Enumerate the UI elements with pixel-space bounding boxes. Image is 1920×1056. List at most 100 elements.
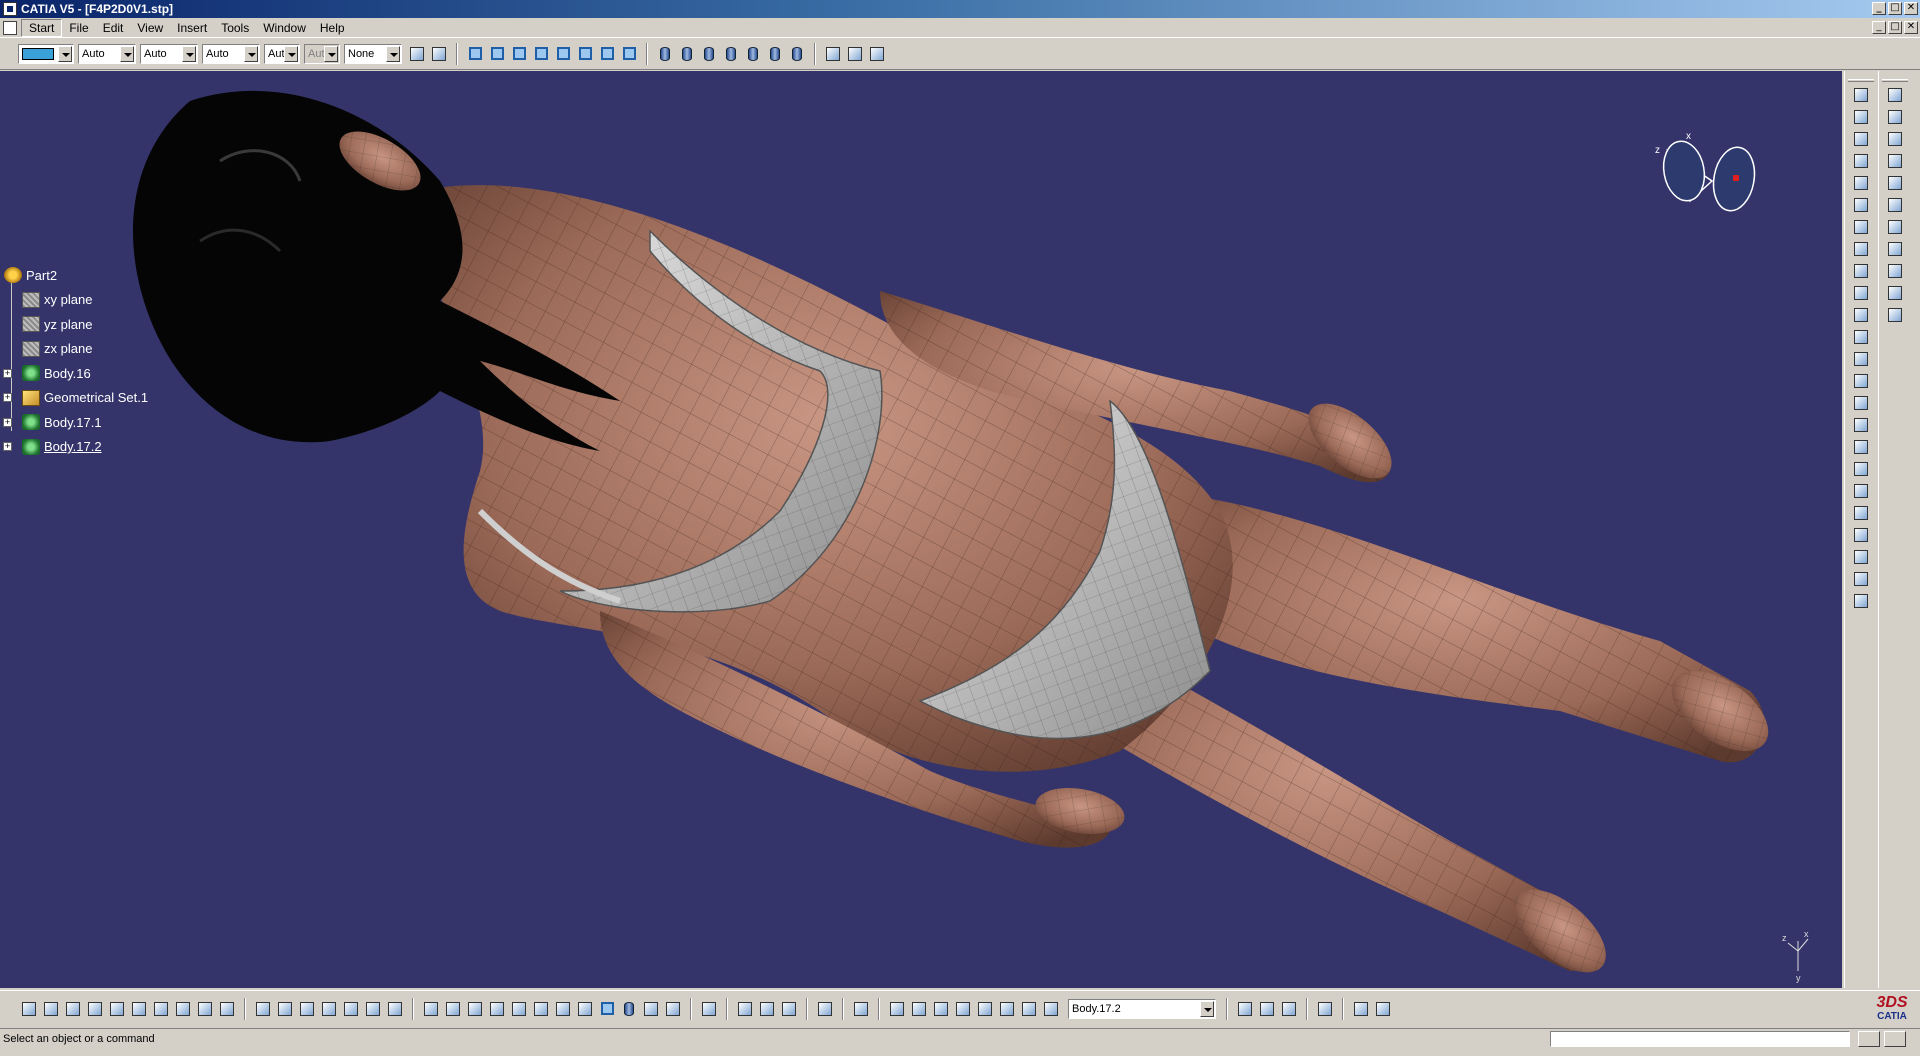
affinity-icon[interactable]: [998, 1000, 1016, 1018]
curvature-icon[interactable]: [1280, 1000, 1298, 1018]
zoom-in-icon[interactable]: [510, 1000, 528, 1018]
3d-model-render[interactable]: z x x z y: [0, 71, 1842, 988]
tree-node-xy-plane[interactable]: xy plane: [4, 288, 148, 313]
stiffener-icon[interactable]: [1851, 306, 1871, 324]
remove-loft-icon[interactable]: [1851, 350, 1871, 368]
dimension-display-icon[interactable]: [1374, 1000, 1392, 1018]
hole-icon[interactable]: [1851, 240, 1871, 258]
doc-close-button[interactable]: ✕: [1904, 21, 1918, 34]
document-icon[interactable]: [3, 20, 17, 35]
update-icon[interactable]: [700, 1000, 718, 1018]
analysis-icon[interactable]: [1236, 1000, 1254, 1018]
loft-icon[interactable]: [1851, 328, 1871, 346]
axis-system-icon[interactable]: [736, 1000, 754, 1018]
axis-to-axis-icon[interactable]: [1020, 1000, 1038, 1018]
translation-icon[interactable]: [932, 1000, 950, 1018]
current-body-select[interactable]: Body.17.2: [1068, 998, 1216, 1019]
tree-label-body-16[interactable]: Body.16: [44, 366, 91, 381]
menu-help[interactable]: Help: [313, 20, 352, 36]
copy-icon[interactable]: [130, 1000, 148, 1018]
constraint-icon[interactable]: [1885, 86, 1905, 104]
shading-hidden-edges-icon[interactable]: [722, 45, 740, 63]
properties-brush-icon[interactable]: [430, 45, 448, 63]
rotation-icon[interactable]: [888, 1000, 906, 1018]
sketcher-icon[interactable]: [1851, 86, 1871, 104]
groove-icon[interactable]: [1851, 218, 1871, 236]
comment-icon[interactable]: [276, 1000, 294, 1018]
grid-icon[interactable]: [1885, 130, 1905, 148]
print-icon[interactable]: [86, 1000, 104, 1018]
rendering-style-combo[interactable]: Aut: [264, 43, 300, 64]
rib-icon[interactable]: [1851, 262, 1871, 280]
menu-file[interactable]: File: [62, 20, 95, 36]
rotate-icon[interactable]: [488, 1000, 506, 1018]
draft-icon[interactable]: [1851, 416, 1871, 434]
tree-label-geometrical-set-1[interactable]: Geometrical Set.1: [44, 390, 148, 405]
menu-edit[interactable]: Edit: [96, 20, 131, 36]
surface-analysis-icon[interactable]: [824, 45, 842, 63]
catia-app-icon[interactable]: [3, 2, 17, 16]
fit-all-icon[interactable]: [444, 1000, 462, 1018]
view-mode-icon[interactable]: [620, 1000, 638, 1018]
cut-icon[interactable]: [108, 1000, 126, 1018]
chevron-down-icon[interactable]: [244, 45, 258, 62]
curvature-analysis-icon[interactable]: [868, 45, 886, 63]
tree-label-body-17-1[interactable]: Body.17.1: [44, 415, 102, 430]
shaft-icon[interactable]: [1851, 196, 1871, 214]
new-file-icon[interactable]: [20, 1000, 38, 1018]
constraint-display-icon[interactable]: [1352, 1000, 1370, 1018]
knowledge-icon[interactable]: [298, 1000, 316, 1018]
fly-mode-icon[interactable]: [422, 1000, 440, 1018]
pocket-icon[interactable]: [1851, 174, 1871, 192]
normal-view-icon[interactable]: [554, 1000, 572, 1018]
power-input-field[interactable]: [1550, 1031, 1850, 1047]
tree-node-geometrical-set-1[interactable]: + Geometrical Set.1: [3, 386, 148, 411]
painter-icon[interactable]: [408, 45, 426, 63]
toolbar-grip[interactable]: [1848, 79, 1874, 82]
shading-no-smooth-edges-icon[interactable]: [700, 45, 718, 63]
catalog-icon[interactable]: [816, 1000, 834, 1018]
redo-icon[interactable]: [196, 1000, 214, 1018]
maximize-button[interactable]: □: [1888, 2, 1902, 15]
slot-icon[interactable]: [1851, 284, 1871, 302]
scaling-icon[interactable]: [976, 1000, 994, 1018]
named-views-icon[interactable]: [620, 45, 638, 63]
layer-combo[interactable]: None: [344, 43, 402, 64]
point-icon[interactable]: [1885, 174, 1905, 192]
tree-node-root[interactable]: Part2: [4, 263, 148, 288]
shading-material-icon[interactable]: [744, 45, 762, 63]
work-on-support-icon[interactable]: [758, 1000, 776, 1018]
close-surface-icon[interactable]: [1851, 548, 1871, 566]
pad-icon[interactable]: [1851, 152, 1871, 170]
save-icon[interactable]: [64, 1000, 82, 1018]
define-in-work-object-icon[interactable]: [1042, 1000, 1060, 1018]
pattern-icon[interactable]: [1851, 592, 1871, 610]
chevron-down-icon[interactable]: [1200, 1000, 1214, 1017]
select-arrow-icon[interactable]: [1851, 108, 1871, 126]
pan-icon[interactable]: [466, 1000, 484, 1018]
chevron-down-icon[interactable]: [120, 45, 134, 62]
chevron-down-icon[interactable]: [284, 45, 298, 62]
thickness-icon[interactable]: [1851, 460, 1871, 478]
tree-node-body-16[interactable]: + Body.16: [3, 361, 148, 386]
front-view-icon[interactable]: [488, 45, 506, 63]
menu-insert[interactable]: Insert: [170, 20, 214, 36]
boolean-intersect-icon[interactable]: [1885, 284, 1905, 302]
tree-label-root[interactable]: Part2: [26, 268, 57, 283]
constraint-defined-icon[interactable]: [1885, 108, 1905, 126]
line-thickness-combo[interactable]: Auto: [140, 43, 198, 64]
toolbar-grip[interactable]: [1882, 79, 1908, 82]
tree-label-zx-plane[interactable]: zx plane: [44, 341, 92, 356]
draft-analysis-icon[interactable]: [1258, 1000, 1276, 1018]
tree-label-yz-plane[interactable]: yz plane: [44, 317, 92, 332]
plane-tool-icon[interactable]: [1885, 218, 1905, 236]
expand-icon[interactable]: +: [3, 393, 12, 403]
customize-view-icon[interactable]: [788, 45, 806, 63]
tree-label-body-17-2[interactable]: Body.17.2: [44, 439, 102, 454]
formula-icon[interactable]: [254, 1000, 272, 1018]
open-folder-icon[interactable]: [42, 1000, 60, 1018]
status-button-2[interactable]: [1884, 1031, 1906, 1047]
wireframe-icon[interactable]: [766, 45, 784, 63]
chevron-down-icon[interactable]: [182, 45, 196, 62]
top-view-icon[interactable]: [576, 45, 594, 63]
